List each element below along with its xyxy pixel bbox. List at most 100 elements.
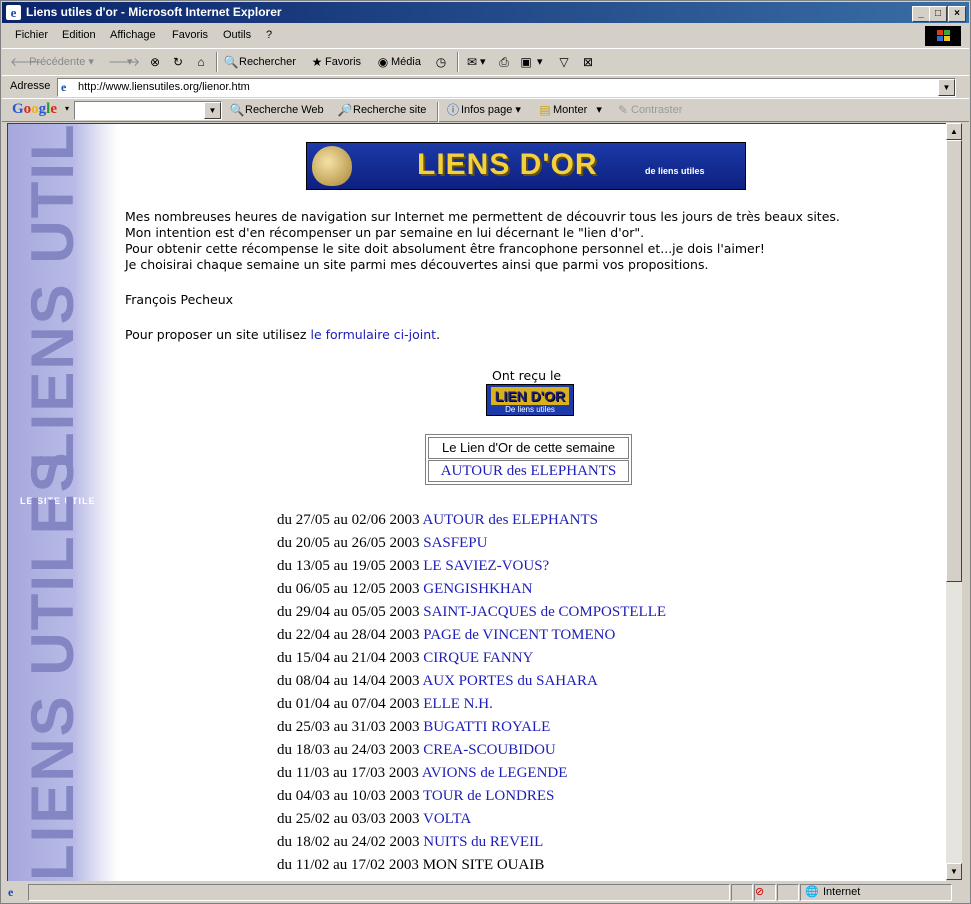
scroll-up-button[interactable]: ▲ (946, 123, 962, 140)
history-dates: du 15/04 au 21/04 2003 (277, 650, 420, 666)
forward-button[interactable]: 🡒 ▾ (108, 54, 140, 70)
standard-toolbar: 🡐 Précédente ▾ 🡒 ▾ ⊗ ↻ ⌂ 🔍Rechercher ★ Fa… (2, 48, 969, 76)
page-status-icon: e (8, 885, 14, 899)
history-site[interactable]: LE SAVIEZ-VOUS? (423, 558, 549, 574)
history-dates: du 27/05 au 02/06 2003 (277, 512, 420, 528)
history-site[interactable]: GENGISHKHAN (423, 581, 532, 597)
popup-blocked-icon: ⊘ (755, 886, 765, 898)
back-button[interactable]: 🡐 Précédente ▾ (10, 54, 94, 70)
up-button[interactable]: ▤ Monter ▾ (537, 102, 602, 118)
intro-line-4: Je choisirai chaque semaine un site parm… (125, 257, 709, 272)
scroll-thumb[interactable] (946, 140, 962, 582)
badge-title: LIEN D'OR (491, 387, 569, 405)
history-site[interactable]: BUGATTI ROYALE (423, 719, 550, 735)
history-dates: du 22/04 au 28/04 2003 (277, 627, 420, 643)
vertical-scrollbar[interactable]: ▲ ▼ (946, 123, 962, 880)
address-url: http://www.liensutiles.org/lienor.htm (78, 81, 250, 93)
search-web-button[interactable]: 🔍Recherche Web (229, 102, 324, 118)
contrast-button[interactable]: ✎ Contraster (615, 102, 682, 118)
current-week-link[interactable]: AUTOUR des ELEPHANTS (441, 463, 617, 479)
intro-line-1: Mes nombreuses heures de navigation sur … (125, 209, 840, 224)
home-button[interactable]: ⌂ (193, 54, 209, 70)
history-button[interactable]: ◷ (433, 54, 449, 70)
stop-button[interactable]: ⊗ (147, 54, 163, 70)
google-menu-arrow-icon[interactable]: ▾ (65, 104, 69, 113)
minimize-button[interactable]: _ (912, 6, 930, 22)
history-site[interactable]: CIRQUE FANNY (423, 650, 533, 666)
history-site[interactable]: AUX PORTES du SAHARA (422, 673, 597, 689)
print-icon: ⎙ (499, 55, 509, 69)
history-site[interactable]: ELLE N.H. (423, 696, 493, 712)
google-search-dropdown[interactable]: ▼ (204, 102, 221, 119)
history-site[interactable]: AVIONS de LEGENDE (422, 765, 568, 781)
google-toolbar: Google ▾ ▼ 🔍Recherche Web 🔎Recherche sit… (2, 98, 969, 122)
google-search-input[interactable]: ▼ (74, 101, 222, 120)
mail-button[interactable]: ✉ ▾ (464, 54, 486, 70)
history-dates: du 20/05 au 26/05 2003 (277, 535, 420, 551)
history-row: du 22/04 au 28/04 2003 PAGE de VINCENT T… (277, 624, 666, 647)
scroll-down-button[interactable]: ▼ (946, 863, 962, 880)
edit-button[interactable]: ▣ ▾ (518, 54, 542, 70)
history-site[interactable]: TOUR de LONDRES (423, 788, 554, 804)
history-list: du 27/05 au 02/06 2003 AUTOUR des ELEPHA… (277, 509, 666, 877)
intro-line-3: Pour obtenir cette récompense le site do… (125, 241, 765, 256)
menu-affichage[interactable]: Affichage (110, 29, 156, 41)
search-site-button[interactable]: 🔎Recherche site (337, 102, 427, 118)
toolbar-separator (457, 52, 459, 72)
refresh-button[interactable]: ↻ (170, 54, 186, 70)
address-bar: Adresse e http://www.liensutiles.org/lie… (2, 75, 969, 99)
history-site[interactable]: SAINT-JACQUES de COMPOSTELLE (423, 604, 666, 620)
menu-favoris[interactable]: Favoris (172, 29, 208, 41)
history-site[interactable]: CREA-SCOUBIDOU (423, 742, 556, 758)
history-row: du 11/02 au 17/02 2003 MON SITE OUAIB (277, 854, 666, 877)
menu-edition[interactable]: Edition (62, 29, 96, 41)
history-site[interactable]: PAGE de VINCENT TOMENO (423, 627, 615, 643)
media-icon: ◉ (377, 55, 389, 69)
history-site[interactable]: SASFEPU (423, 535, 487, 551)
history-row: du 13/05 au 19/05 2003 LE SAVIEZ-VOUS? (277, 555, 666, 578)
search-site-icon: 🔎 (337, 103, 353, 117)
status-panel: ⊘ (754, 884, 776, 901)
banner-title: LIENS D'OR (417, 148, 598, 181)
history-dates: du 18/02 au 24/02 2003 (277, 834, 420, 850)
history-site[interactable]: VOLTA (423, 811, 471, 827)
internet-explorer-icon: e (6, 5, 21, 20)
browser-window: e Liens utiles d'or - Microsoft Internet… (0, 0, 971, 904)
menu-help[interactable]: ? (266, 29, 272, 41)
search-button[interactable]: 🔍Rechercher (223, 54, 296, 70)
favorites-icon: ★ (311, 55, 323, 69)
history-row: du 15/04 au 21/04 2003 CIRQUE FANNY (277, 647, 666, 670)
history-site[interactable]: AUTOUR des ELEPHANTS (422, 512, 598, 528)
highlighter-icon: ✎ (617, 103, 629, 117)
badge-subtitle: De liens utiles (505, 405, 555, 414)
address-dropdown-button[interactable]: ▼ (938, 79, 955, 96)
filter-icon: ▽ (559, 55, 569, 69)
google-logo[interactable]: Google (12, 101, 57, 118)
messenger-button[interactable]: ▽ (556, 54, 572, 70)
globe-icon: 🌐 (805, 886, 819, 898)
page-info-button[interactable]: ⓘ Infos page ▾ (445, 102, 521, 118)
search-icon: 🔍 (223, 55, 239, 69)
menu-outils[interactable]: Outils (223, 29, 251, 41)
close-button[interactable]: × (948, 6, 966, 22)
history-site[interactable]: NUITS du REVEIL (423, 834, 543, 850)
status-text-panel (28, 884, 730, 901)
history-row: du 20/05 au 26/05 2003 SASFEPU (277, 532, 666, 555)
sidebar-decoration: LIENS UTILES LE SITE UTILE LIENS UTILES (8, 124, 118, 881)
print-button[interactable]: ⎙ (496, 54, 512, 70)
media-button[interactable]: ◉ Média (375, 54, 421, 70)
maximize-button[interactable]: □ (929, 6, 947, 22)
form-link[interactable]: le formulaire ci-joint (310, 327, 436, 342)
award-caption: Ont reçu le (492, 368, 562, 383)
back-arrow-icon: 🡐 (10, 55, 43, 69)
address-input[interactable]: e http://www.liensutiles.org/lienor.htm … (57, 78, 956, 97)
status-panel (777, 884, 799, 901)
tools-button[interactable]: ⊠ (580, 54, 596, 70)
history-row: du 08/04 au 14/04 2003 AUX PORTES du SAH… (277, 670, 666, 693)
history-icon: ◷ (435, 55, 447, 69)
menu-fichier[interactable]: Fichier (15, 29, 48, 41)
money-bag-icon (312, 146, 352, 186)
favorites-button[interactable]: ★ Favoris (309, 54, 361, 70)
current-week-cell: AUTOUR des ELEPHANTS (428, 460, 629, 482)
title-bar: e Liens utiles d'or - Microsoft Internet… (2, 2, 969, 23)
